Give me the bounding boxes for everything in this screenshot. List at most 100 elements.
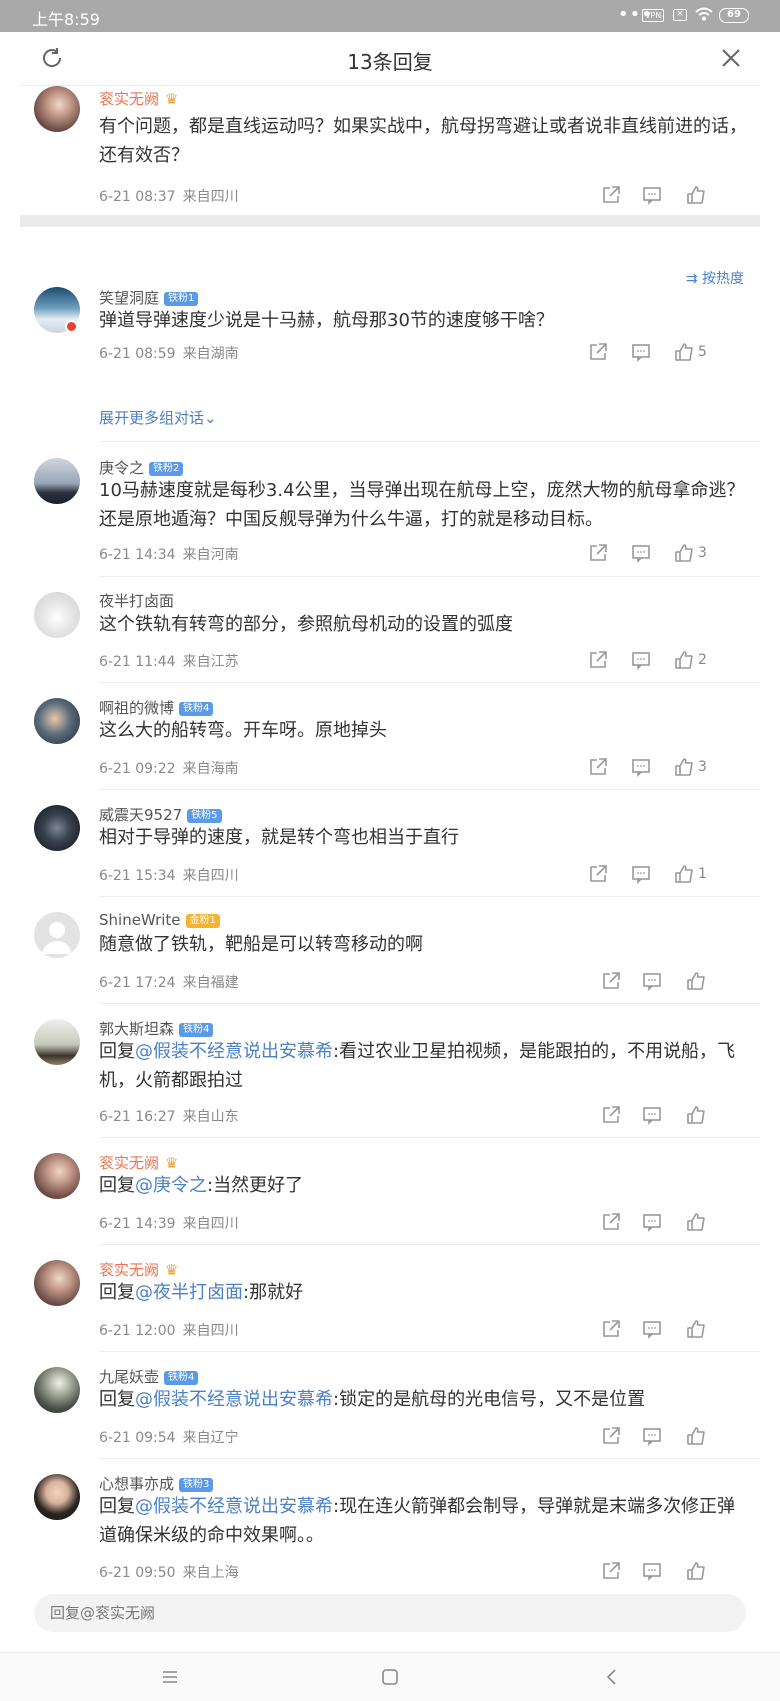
like-icon[interactable]	[686, 1426, 706, 1446]
username[interactable]: 啊祖的微博 铁粉4	[99, 697, 214, 718]
avatar[interactable]	[34, 1153, 80, 1199]
fan-badge: 铁粉2	[149, 462, 184, 476]
comment-icon[interactable]	[642, 1561, 662, 1581]
like-icon[interactable]	[674, 650, 694, 670]
avatar[interactable]	[34, 698, 80, 744]
username-text[interactable]: 庚令之	[99, 459, 144, 477]
expand-more-link[interactable]: 展开更多组对话⌄	[99, 407, 217, 428]
comment-icon[interactable]	[642, 971, 662, 991]
comment-icon[interactable]	[642, 1426, 662, 1446]
mention-link[interactable]: @假装不经意说出安慕希	[135, 1389, 333, 1410]
home-icon[interactable]	[380, 1667, 400, 1687]
share-icon[interactable]	[588, 650, 608, 670]
avatar[interactable]	[34, 1474, 80, 1520]
share-icon[interactable]	[601, 971, 621, 991]
comment-icon[interactable]	[631, 342, 651, 362]
reply-text: 随意做了铁轨，靶船是可以转弯移动的啊	[99, 934, 423, 955]
share-icon[interactable]	[601, 1105, 621, 1125]
reply-actions: 3	[580, 543, 760, 569]
username-text[interactable]: 威震天9527	[99, 806, 182, 824]
like-icon[interactable]	[686, 971, 706, 991]
username-text[interactable]: 啊祖的微博	[99, 699, 174, 717]
reply-meta: 6-21 14:34 来自河南	[99, 544, 239, 564]
username-text[interactable]: 心想事亦成	[99, 1475, 174, 1493]
reply-input[interactable]: 回复@衮实无阙	[34, 1594, 746, 1632]
username[interactable]: 衮实无阙 ♛	[99, 88, 178, 109]
username-text[interactable]: 衮实无阙	[99, 90, 159, 108]
reply-location: 来自四川	[182, 1216, 239, 1232]
panel-header: 13条回复	[20, 32, 760, 86]
menu-icon[interactable]	[160, 1667, 180, 1687]
divider	[99, 1137, 760, 1138]
comment-icon[interactable]	[631, 757, 651, 777]
username[interactable]: ShineWrite 金粉1	[99, 911, 220, 929]
avatar[interactable]	[34, 805, 80, 851]
like-icon[interactable]	[686, 1212, 706, 1232]
comment-icon[interactable]	[642, 1212, 662, 1232]
username[interactable]: 夜半打卤面	[99, 590, 174, 611]
avatar[interactable]	[34, 458, 80, 504]
comment-icon[interactable]	[642, 1319, 662, 1339]
share-icon[interactable]	[588, 757, 608, 777]
share-icon[interactable]	[588, 864, 608, 884]
like-icon[interactable]	[674, 342, 694, 362]
avatar[interactable]	[34, 86, 80, 132]
back-icon[interactable]	[602, 1667, 622, 1687]
avatar[interactable]	[34, 592, 80, 638]
username[interactable]: 心想事亦成 铁粉3	[99, 1473, 214, 1494]
comment-icon[interactable]	[631, 543, 651, 563]
like-icon[interactable]	[686, 185, 706, 205]
mention-link[interactable]: @庚令之	[135, 1175, 207, 1196]
comment-icon[interactable]	[631, 650, 651, 670]
divider	[99, 896, 760, 897]
mention-link[interactable]: @假装不经意说出安慕希	[135, 1496, 333, 1517]
share-icon[interactable]	[601, 1212, 621, 1232]
username-text[interactable]: 郭大斯坦森	[99, 1020, 174, 1038]
like-icon[interactable]	[674, 864, 694, 884]
fan-badge: 铁粉4	[179, 702, 214, 716]
close-icon[interactable]	[720, 47, 742, 69]
like-icon[interactable]	[674, 757, 694, 777]
share-icon[interactable]	[601, 1319, 621, 1339]
like-icon[interactable]	[674, 543, 694, 563]
sort-icon: ⇉	[685, 271, 702, 287]
username-text[interactable]: 衮实无阙	[99, 1261, 159, 1279]
like-icon[interactable]	[686, 1105, 706, 1125]
username[interactable]: 衮实无阙 ♛	[99, 1152, 178, 1173]
like-icon[interactable]	[686, 1561, 706, 1581]
username[interactable]: 笑望洞庭 铁粉1	[99, 287, 199, 308]
share-icon[interactable]	[601, 1561, 621, 1581]
username-text[interactable]: 笑望洞庭	[99, 289, 159, 307]
username[interactable]: 郭大斯坦森 铁粉4	[99, 1018, 214, 1039]
avatar[interactable]	[34, 912, 80, 958]
mention-link[interactable]: @假装不经意说出安慕希	[135, 1041, 333, 1062]
reply-body: :当然更好了	[207, 1175, 304, 1196]
like-icon[interactable]	[686, 1319, 706, 1339]
share-icon[interactable]	[588, 543, 608, 563]
username[interactable]: 九尾妖壶 铁粉4	[99, 1366, 199, 1387]
sort-button[interactable]: ⇉ 按热度	[686, 268, 744, 288]
reply-location: 来自江苏	[182, 654, 239, 670]
comment-icon[interactable]	[642, 185, 662, 205]
username-text[interactable]: 夜半打卤面	[99, 592, 174, 610]
reply-location: 来自四川	[182, 868, 239, 884]
username[interactable]: 威震天9527 铁粉5	[99, 804, 222, 825]
username-text[interactable]: ShineWrite	[99, 911, 181, 929]
comment-icon[interactable]	[631, 864, 651, 884]
crown-icon: ♛	[165, 1154, 179, 1172]
username-text[interactable]: 衮实无阙	[99, 1154, 159, 1172]
username[interactable]: 庚令之 铁粉2	[99, 457, 184, 478]
avatar[interactable]	[34, 1260, 80, 1306]
avatar[interactable]	[34, 1019, 80, 1065]
avatar[interactable]	[34, 1367, 80, 1413]
reply-actions: 3	[580, 757, 760, 783]
comment-icon[interactable]	[642, 1105, 662, 1125]
username[interactable]: 衮实无阙 ♛	[99, 1259, 178, 1280]
system-nav-bar	[0, 1652, 780, 1701]
share-icon[interactable]	[601, 185, 621, 205]
reply-meta: 6-21 15:34 来自四川	[99, 865, 239, 885]
mention-link[interactable]: @夜半打卤面	[135, 1282, 243, 1303]
share-icon[interactable]	[588, 342, 608, 362]
username-text[interactable]: 九尾妖壶	[99, 1368, 159, 1386]
share-icon[interactable]	[601, 1426, 621, 1446]
